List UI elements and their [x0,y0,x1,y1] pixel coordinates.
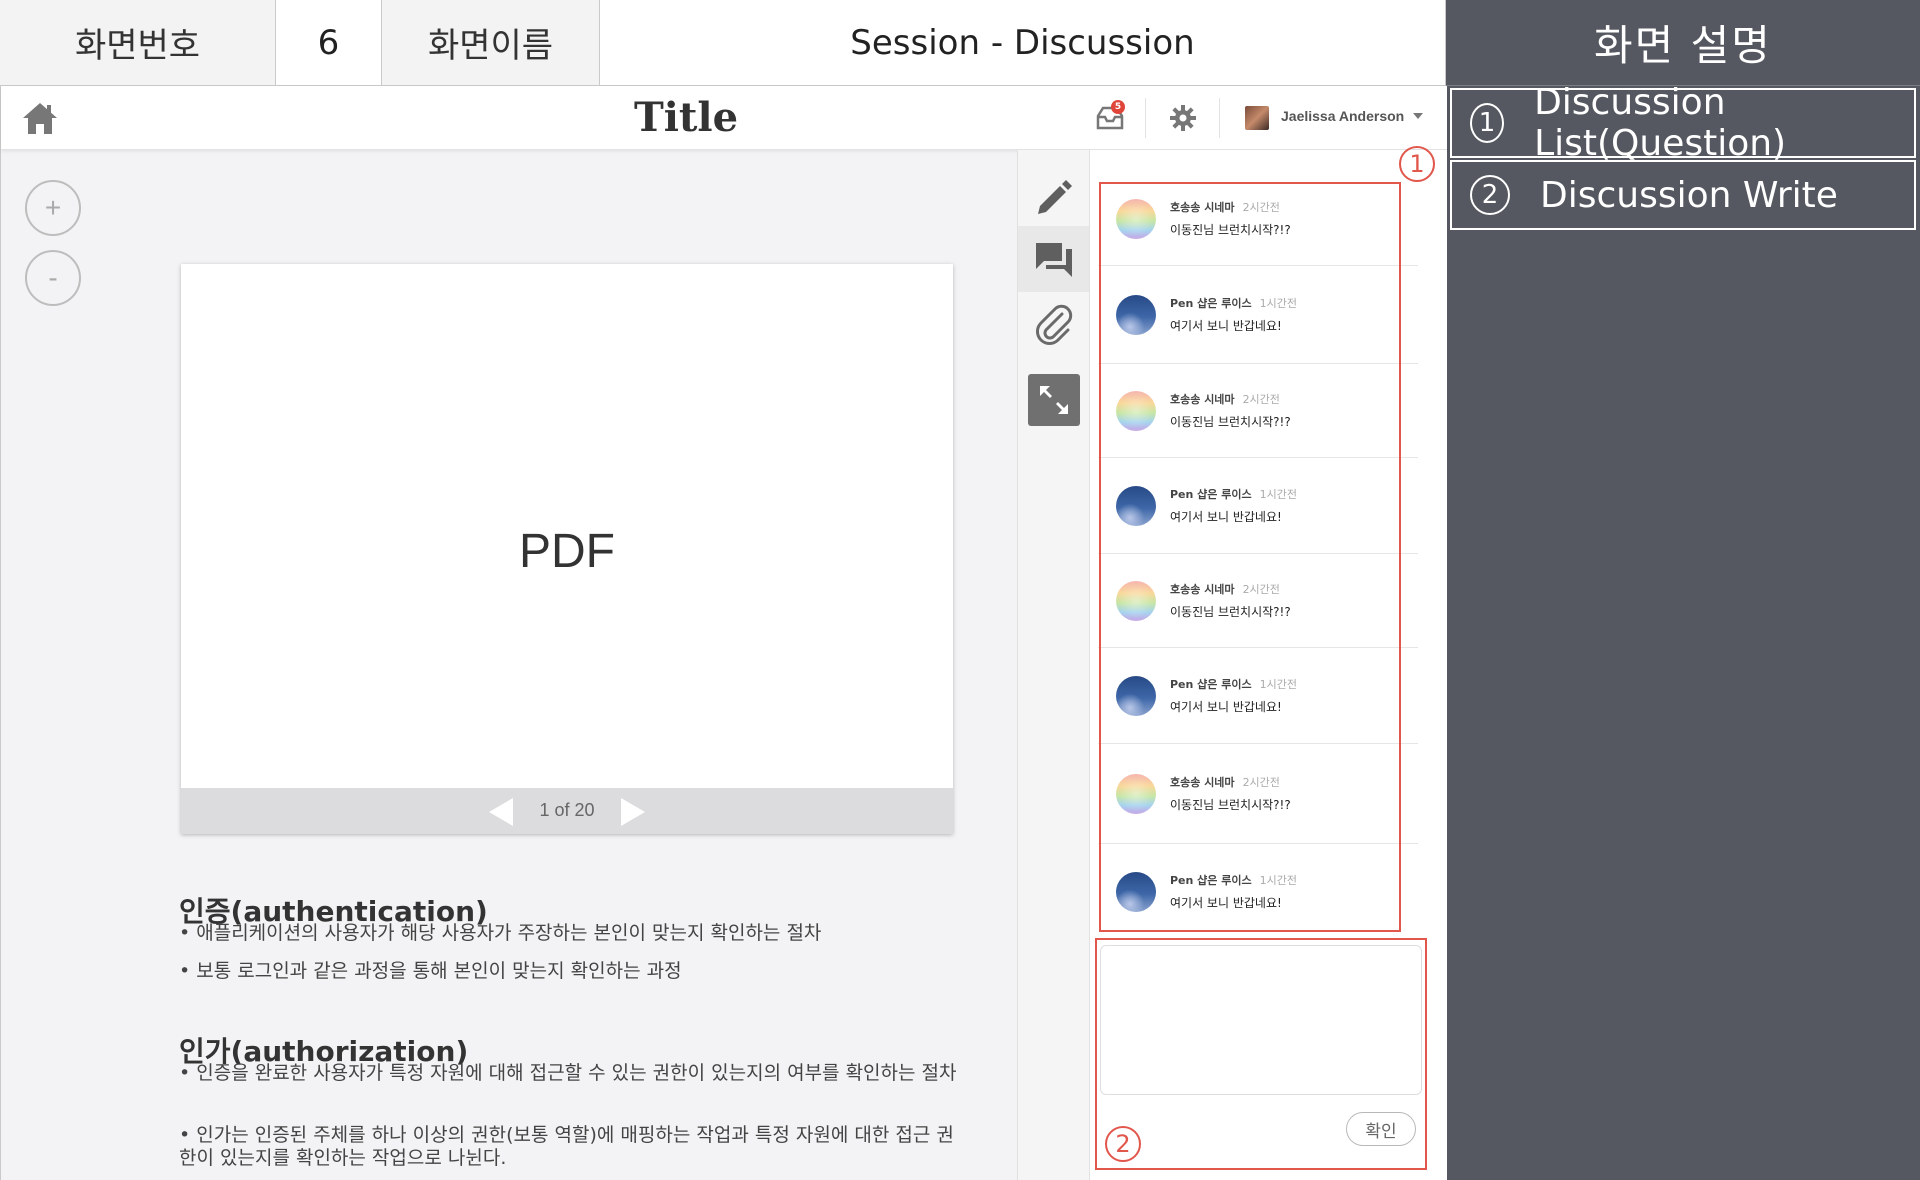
page-title: Title [633,94,739,141]
discussion-text: 여기서 보니 반갑네요! [1170,896,1282,910]
gear-icon[interactable] [1169,104,1197,132]
description-item-label: Discussion Write [1540,174,1838,216]
author-name: Pen 샵은 루이스 [1170,488,1252,501]
avatar [1116,774,1156,814]
author-name: 호송송 시네마 [1170,393,1235,406]
discussion-author: Pen 샵은 루이스 1시간전 [1170,676,1297,692]
avatar [1116,199,1156,239]
author-name: 호송송 시네마 [1170,583,1235,596]
spec-sheet: 화면번호 6 화면이름 Session - Discussion 화면 설명 1… [0,0,1920,1180]
description-panel: 화면 설명 1 Discussion List(Question) 2 Disc… [1446,0,1920,1180]
discussion-author: Pen 샵은 루이스 1시간전 [1170,486,1297,502]
authorization-line: • 인가는 인증된 주체를 하나 이상의 권한(보통 역할)에 매핑하는 작업과… [179,1124,954,1169]
discussion-time: 2시간전 [1242,393,1280,406]
author-name: Pen 샵은 루이스 [1170,297,1252,310]
pdf-pagination: 1 of 20 [181,788,953,834]
discussion-item[interactable]: 호송송 시네마 2시간전이동진님 브런치시작?!? [1098,364,1418,458]
author-name: Pen 샵은 루이스 [1170,874,1252,887]
notification-badge: 5 [1111,100,1125,114]
screen-name: Session - Discussion [600,0,1446,86]
home-icon[interactable] [21,100,59,136]
discussion-author: Pen 샵은 루이스 1시간전 [1170,872,1297,888]
page-indicator: 1 of 20 [539,800,595,820]
paperclip-icon [1036,304,1073,345]
attachment-tool-button[interactable] [1028,298,1080,350]
app-window: Title 5 Jaelissa Anderson + - PDF 1 of 2… [0,86,1447,1180]
discussion-item[interactable]: Pen 샵은 루이스 1시간전여기서 보니 반갑네요! [1098,648,1418,744]
discussion-tool-button[interactable] [1018,226,1090,292]
zoom-in-button[interactable]: + [25,180,81,236]
discussion-time: 2시간전 [1242,776,1280,789]
authentication-line: • 애플리케이션의 사용자가 해당 사용자가 주장하는 본인이 맞는지 확인하는… [179,922,822,944]
avatar [1116,295,1156,335]
discussion-text: 이동진님 브런치시작?!? [1170,223,1291,237]
author-name: Pen 샵은 루이스 [1170,678,1252,691]
expand-icon [1040,386,1068,414]
description-item-discussion-write: 2 Discussion Write [1450,160,1916,230]
pdf-placeholder: PDF [519,525,615,578]
divider [1145,98,1146,138]
discussion-time: 1시간전 [1259,678,1297,691]
pdf-viewer[interactable]: PDF 1 of 20 [181,264,953,834]
description-item-number: 1 [1470,103,1505,143]
discussion-text: 여기서 보니 반갑네요! [1170,510,1282,524]
next-page-icon[interactable] [621,798,645,826]
write-tool-button[interactable] [1028,170,1080,222]
discussion-author: 호송송 시네마 2시간전 [1170,581,1280,597]
discussion-text: 이동진님 브런치시작?!? [1170,415,1291,429]
avatar [1116,676,1156,716]
discussion-item[interactable]: 호송송 시네마 2시간전이동진님 브런치시작?!? [1098,554,1418,648]
discussion-author: Pen 샵은 루이스 1시간전 [1170,295,1297,311]
authorization-line: • 인증을 완료한 사용자가 특정 자원에 대해 접근할 수 있는 권한이 있는… [179,1062,957,1084]
discussion-item[interactable]: 호송송 시네마 2시간전이동진님 브런치시작?!? [1098,172,1418,266]
chat-icon [1036,243,1072,277]
previous-page-icon[interactable] [489,798,513,826]
discussion-text: 이동진님 브런치시작?!? [1170,798,1291,812]
avatar[interactable] [1245,106,1269,130]
discussion-author: 호송송 시네마 2시간전 [1170,774,1280,790]
discussion-item[interactable]: Pen 샵은 루이스 1시간전여기서 보니 반갑네요! [1098,266,1418,364]
discussion-time: 1시간전 [1259,297,1297,310]
discussion-time: 1시간전 [1259,488,1297,501]
authentication-line: • 보통 로그인과 같은 과정을 통해 본인이 맞는지 확인하는 과정 [179,960,682,982]
description-item-number: 2 [1470,175,1510,215]
discussion-item[interactable]: Pen 샵은 루이스 1시간전여기서 보니 반갑네요! [1098,458,1418,554]
tool-rail [1017,150,1090,1180]
discussion-author: 호송송 시네마 2시간전 [1170,391,1280,407]
description-title: 화면 설명 [1446,0,1920,86]
avatar [1116,486,1156,526]
discussion-text: 여기서 보니 반갑네요! [1170,700,1282,714]
screen-name-label: 화면이름 [382,0,600,86]
discussion-text: 여기서 보니 반갑네요! [1170,319,1282,333]
avatar [1116,391,1156,431]
annotation-number: 1 [1399,146,1435,182]
discussion-time: 2시간전 [1242,583,1280,596]
top-navigation-bar: Title 5 Jaelissa Anderson [1,86,1447,150]
description-item-discussion-list: 1 Discussion List(Question) [1450,82,1916,164]
expand-button[interactable] [1028,374,1080,426]
discussion-panel: 호송송 시네마 2시간전 이동진님 브런치시작?!? Pen 샵은 루이스 1시간전 여기… [1089,150,1447,1180]
annotation-number: 2 [1105,1126,1141,1162]
chevron-down-icon[interactable] [1413,113,1423,119]
author-name: 호송송 시네마 [1170,776,1235,789]
divider [1219,98,1220,138]
screen-number-label: 화면번호 [0,0,276,86]
user-menu[interactable]: Jaelissa Anderson [1281,108,1404,124]
discussion-item[interactable]: 호송송 시네마 2시간전이동진님 브런치시작?!? [1098,744,1418,844]
discussion-text: 이동진님 브런치시작?!? [1170,605,1291,619]
avatar [1116,872,1156,912]
author-name: 호송송 시네마 [1170,201,1235,214]
screen-number: 6 [276,0,382,86]
avatar [1116,581,1156,621]
zoom-out-button[interactable]: - [25,250,81,306]
discussion-time: 2시간전 [1242,201,1280,214]
discussion-item[interactable]: Pen 샵은 루이스 1시간전여기서 보니 반갑네요! [1098,844,1418,940]
pencil-icon [1038,180,1072,214]
discussion-input[interactable] [1100,945,1422,1095]
discussion-author: 호송송 시네마 2시간전 [1170,199,1280,215]
confirm-button[interactable]: 확인 [1346,1112,1416,1146]
description-item-label: Discussion List(Question) [1534,82,1787,164]
discussion-time: 1시간전 [1259,874,1297,887]
